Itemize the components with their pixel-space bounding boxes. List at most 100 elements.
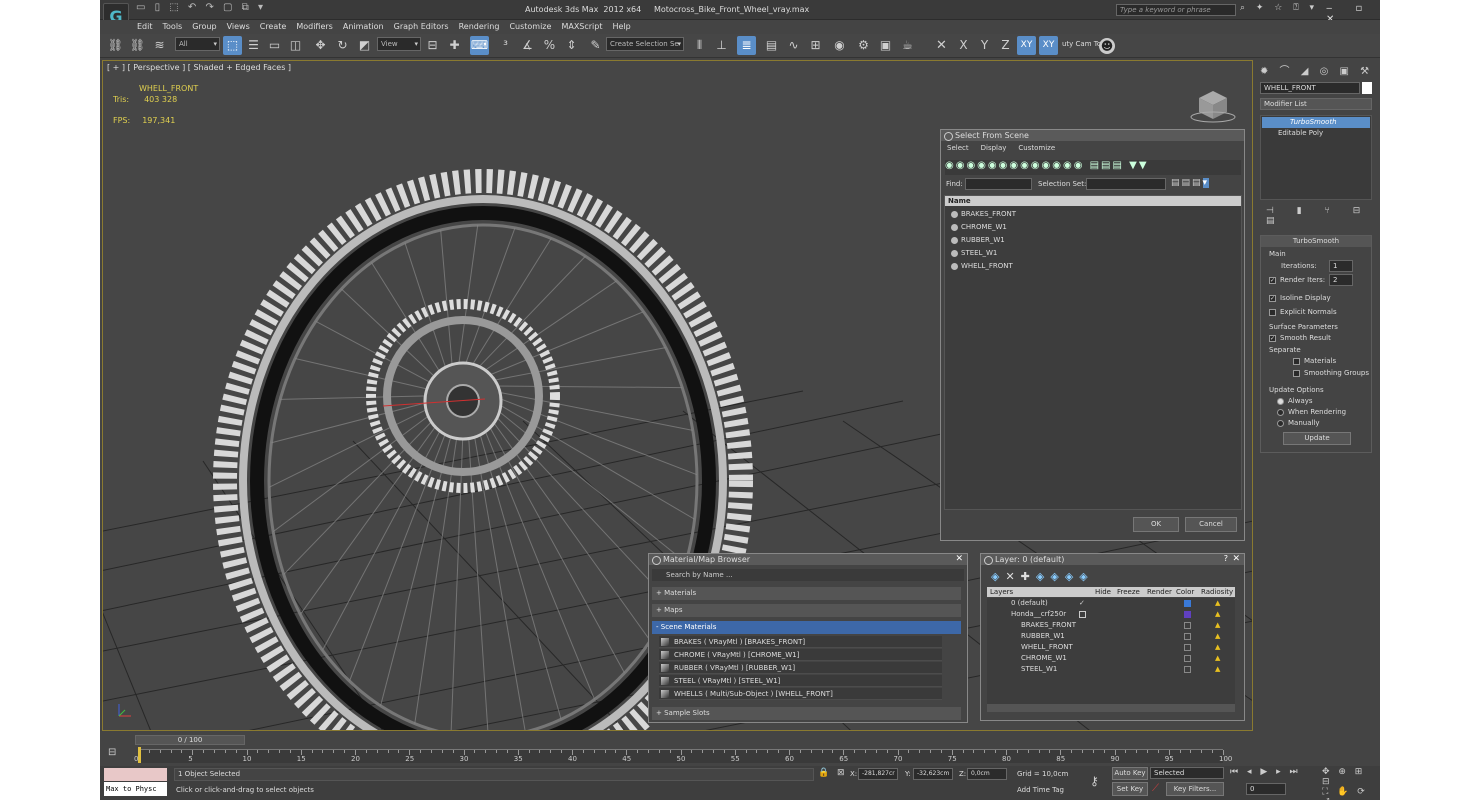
search-input[interactable]: Type a keyword or phrase bbox=[1116, 4, 1236, 16]
absolute-mode-icon[interactable]: ⊠ bbox=[837, 768, 845, 778]
auto-key-button[interactable]: Auto Key bbox=[1112, 767, 1148, 780]
section-sample-slots[interactable]: + Sample Slots bbox=[652, 707, 961, 720]
rendered-frame-icon[interactable]: ▣ bbox=[876, 36, 895, 55]
sfs-set-buttons[interactable]: ▤▤▤▾ bbox=[1171, 178, 1210, 188]
select-manipulate-icon[interactable]: ✚ bbox=[445, 36, 464, 55]
material-item[interactable]: RUBBER ( VRayMtl ) [RUBBER_W1] bbox=[659, 662, 942, 674]
rollout-title[interactable]: TurboSmooth bbox=[1261, 236, 1371, 247]
pivot-icon[interactable]: ⊟ bbox=[423, 36, 442, 55]
rect-selection-icon[interactable]: ▭ bbox=[265, 36, 284, 55]
update-button[interactable]: Update bbox=[1283, 432, 1351, 445]
col-color[interactable]: Color bbox=[1176, 587, 1194, 597]
info-center-icons[interactable]: ⌕ ✦ ☆ ⍰ ▾ bbox=[1240, 3, 1318, 13]
object-name-input[interactable]: WHELL_FRONT bbox=[1260, 82, 1360, 94]
stack-item-editable-poly[interactable]: Editable Poly bbox=[1262, 128, 1370, 139]
angle-snap-icon[interactable]: ∡ bbox=[518, 36, 537, 55]
smoothing-groups-checkbox[interactable] bbox=[1293, 369, 1300, 377]
curve-editor-icon[interactable]: ∿ bbox=[784, 36, 803, 55]
ref-coord-select[interactable]: View bbox=[377, 37, 421, 51]
radiosity-icon[interactable]: ▲ bbox=[1215, 631, 1220, 642]
cancel-button[interactable]: Cancel bbox=[1185, 517, 1237, 532]
explicit-normals-checkbox[interactable] bbox=[1269, 308, 1276, 316]
close-axis-icon[interactable]: ✕ bbox=[932, 36, 951, 55]
ok-button[interactable]: OK bbox=[1133, 517, 1179, 532]
radiosity-icon[interactable]: ▲ bbox=[1215, 609, 1220, 620]
y-coord-input[interactable]: -32,623cm bbox=[913, 768, 953, 780]
radiosity-icon[interactable]: ▲ bbox=[1215, 642, 1220, 653]
material-search-input[interactable]: Search by Name ... bbox=[652, 569, 964, 581]
select-by-name-icon[interactable]: ☰ bbox=[244, 36, 263, 55]
col-radiosity[interactable]: Radiosity bbox=[1201, 587, 1233, 597]
iterations-input[interactable]: 1 bbox=[1329, 260, 1353, 272]
col-freeze[interactable]: Freeze bbox=[1117, 587, 1140, 597]
radiosity-icon[interactable]: ▲ bbox=[1215, 664, 1220, 675]
named-selection-select[interactable]: Create Selection Se bbox=[606, 37, 684, 51]
menu-graph-editors[interactable]: Graph Editors bbox=[389, 20, 454, 33]
render-icon[interactable]: ☕ bbox=[898, 36, 917, 55]
sfs-item[interactable]: RUBBER_W1 bbox=[949, 234, 1237, 247]
layer-object-row[interactable]: WHELL_FRONT ▲ bbox=[987, 642, 1235, 653]
menu-customize[interactable]: Customize bbox=[504, 20, 556, 33]
schematic-view-icon[interactable]: ⊞ bbox=[806, 36, 825, 55]
sfs-selection-set-select[interactable] bbox=[1086, 178, 1166, 190]
key-icon[interactable]: ⚷ bbox=[1090, 774, 1099, 788]
layer-object-row[interactable]: RUBBER_W1 ▲ bbox=[987, 631, 1235, 642]
render-iters-checkbox[interactable]: ✓ bbox=[1269, 276, 1276, 284]
close-icon[interactable]: ✕ bbox=[1232, 554, 1240, 564]
plugin-icon[interactable]: ☻ bbox=[1099, 38, 1115, 54]
sfs-filter-toolbar[interactable]: ◉◉◉◉◉◉◉◉◉◉◉◉◉ ▤▤▤ ▼▼ bbox=[945, 160, 1241, 175]
materials-checkbox[interactable] bbox=[1293, 357, 1300, 365]
material-editor-icon[interactable]: ◉ bbox=[830, 36, 849, 55]
layer-row[interactable]: Honda__crf250r ▲ bbox=[987, 609, 1235, 620]
lock-selection-icon[interactable]: 🔒 bbox=[818, 768, 829, 778]
close-icon[interactable]: ✕ bbox=[955, 554, 963, 564]
radiosity-icon[interactable]: ▲ bbox=[1215, 653, 1220, 664]
select-from-scene-title[interactable]: Select From Scene bbox=[941, 130, 1244, 141]
radiosity-icon[interactable]: ▲ bbox=[1215, 598, 1220, 609]
menu-maxscript[interactable]: MAXScript bbox=[556, 20, 607, 33]
select-object-icon[interactable]: ⬚ bbox=[223, 36, 242, 55]
selection-filter-select[interactable]: All bbox=[175, 37, 220, 51]
radiosity-icon[interactable]: ▲ bbox=[1215, 620, 1220, 631]
object-color-swatch[interactable] bbox=[1362, 82, 1372, 94]
layer-toolbar[interactable]: ◈✕✚◈◈◈◈ bbox=[991, 570, 1094, 583]
z-coord-input[interactable]: 0,0cm bbox=[967, 768, 1007, 780]
quick-access-toolbar[interactable]: ▭ ▯ ⬚ ↶ ↷ ▢ ⧉ ▾ bbox=[136, 2, 266, 13]
section-maps[interactable]: + Maps bbox=[652, 604, 961, 617]
menu-tools[interactable]: Tools bbox=[158, 20, 188, 33]
material-item[interactable]: STEEL ( VRayMtl ) [STEEL_W1] bbox=[659, 675, 942, 687]
layer-color-swatch[interactable] bbox=[1184, 600, 1191, 607]
section-materials[interactable]: + Materials bbox=[652, 587, 961, 600]
manually-radio[interactable] bbox=[1277, 419, 1284, 427]
sfs-col-name[interactable]: Name bbox=[945, 196, 1241, 206]
layer-color-swatch[interactable] bbox=[1184, 611, 1191, 618]
stack-tools[interactable]: ⊣ ▮ ⑂ ⊟ ▤ bbox=[1266, 206, 1380, 226]
sfs-item[interactable]: STEEL_W1 bbox=[949, 247, 1237, 260]
edit-named-sets-icon[interactable]: ✎ bbox=[586, 36, 605, 55]
render-iters-input[interactable]: 2 bbox=[1329, 274, 1353, 286]
unlink-icon[interactable]: ⛓ bbox=[128, 36, 147, 55]
section-scene-materials[interactable]: - Scene Materials bbox=[652, 621, 961, 634]
layer-scrollbar[interactable] bbox=[987, 704, 1235, 712]
axis-z-button[interactable]: Z bbox=[996, 36, 1015, 55]
material-item[interactable]: BRAKES ( VRayMtl ) [BRAKES_FRONT] bbox=[659, 636, 942, 648]
bind-space-warp-icon[interactable]: ≋ bbox=[150, 36, 169, 55]
add-time-tag[interactable]: Add Time Tag bbox=[1017, 786, 1064, 794]
track-bar[interactable]: 0 5 10 15 20 25 30 35 40 45 50 55 60 65 70 75 80 85 90 95 10… bbox=[134, 749, 1232, 763]
when-rendering-radio[interactable] bbox=[1277, 408, 1284, 416]
sfs-find-input[interactable] bbox=[965, 178, 1032, 190]
scale-icon[interactable]: ◩ bbox=[355, 36, 374, 55]
axis-xy-cycle-button[interactable]: XY bbox=[1039, 36, 1058, 55]
time-marker[interactable] bbox=[138, 747, 141, 763]
render-setup-icon[interactable]: ⚙ bbox=[854, 36, 873, 55]
sfs-item[interactable]: BRAKES_FRONT bbox=[949, 208, 1237, 221]
menu-help[interactable]: Help bbox=[608, 20, 636, 33]
window-crossing-icon[interactable]: ◫ bbox=[286, 36, 305, 55]
sfs-menu-display[interactable]: Display bbox=[981, 144, 1007, 152]
snap-toggle-icon[interactable]: ³ bbox=[496, 36, 515, 55]
sfs-menu-customize[interactable]: Customize bbox=[1018, 144, 1055, 152]
sfs-item[interactable]: CHROME_W1 bbox=[949, 221, 1237, 234]
layer-manager-icon[interactable]: ≣ bbox=[737, 36, 756, 55]
maxscript-listener-pink[interactable] bbox=[104, 768, 167, 781]
always-radio[interactable] bbox=[1277, 397, 1284, 405]
